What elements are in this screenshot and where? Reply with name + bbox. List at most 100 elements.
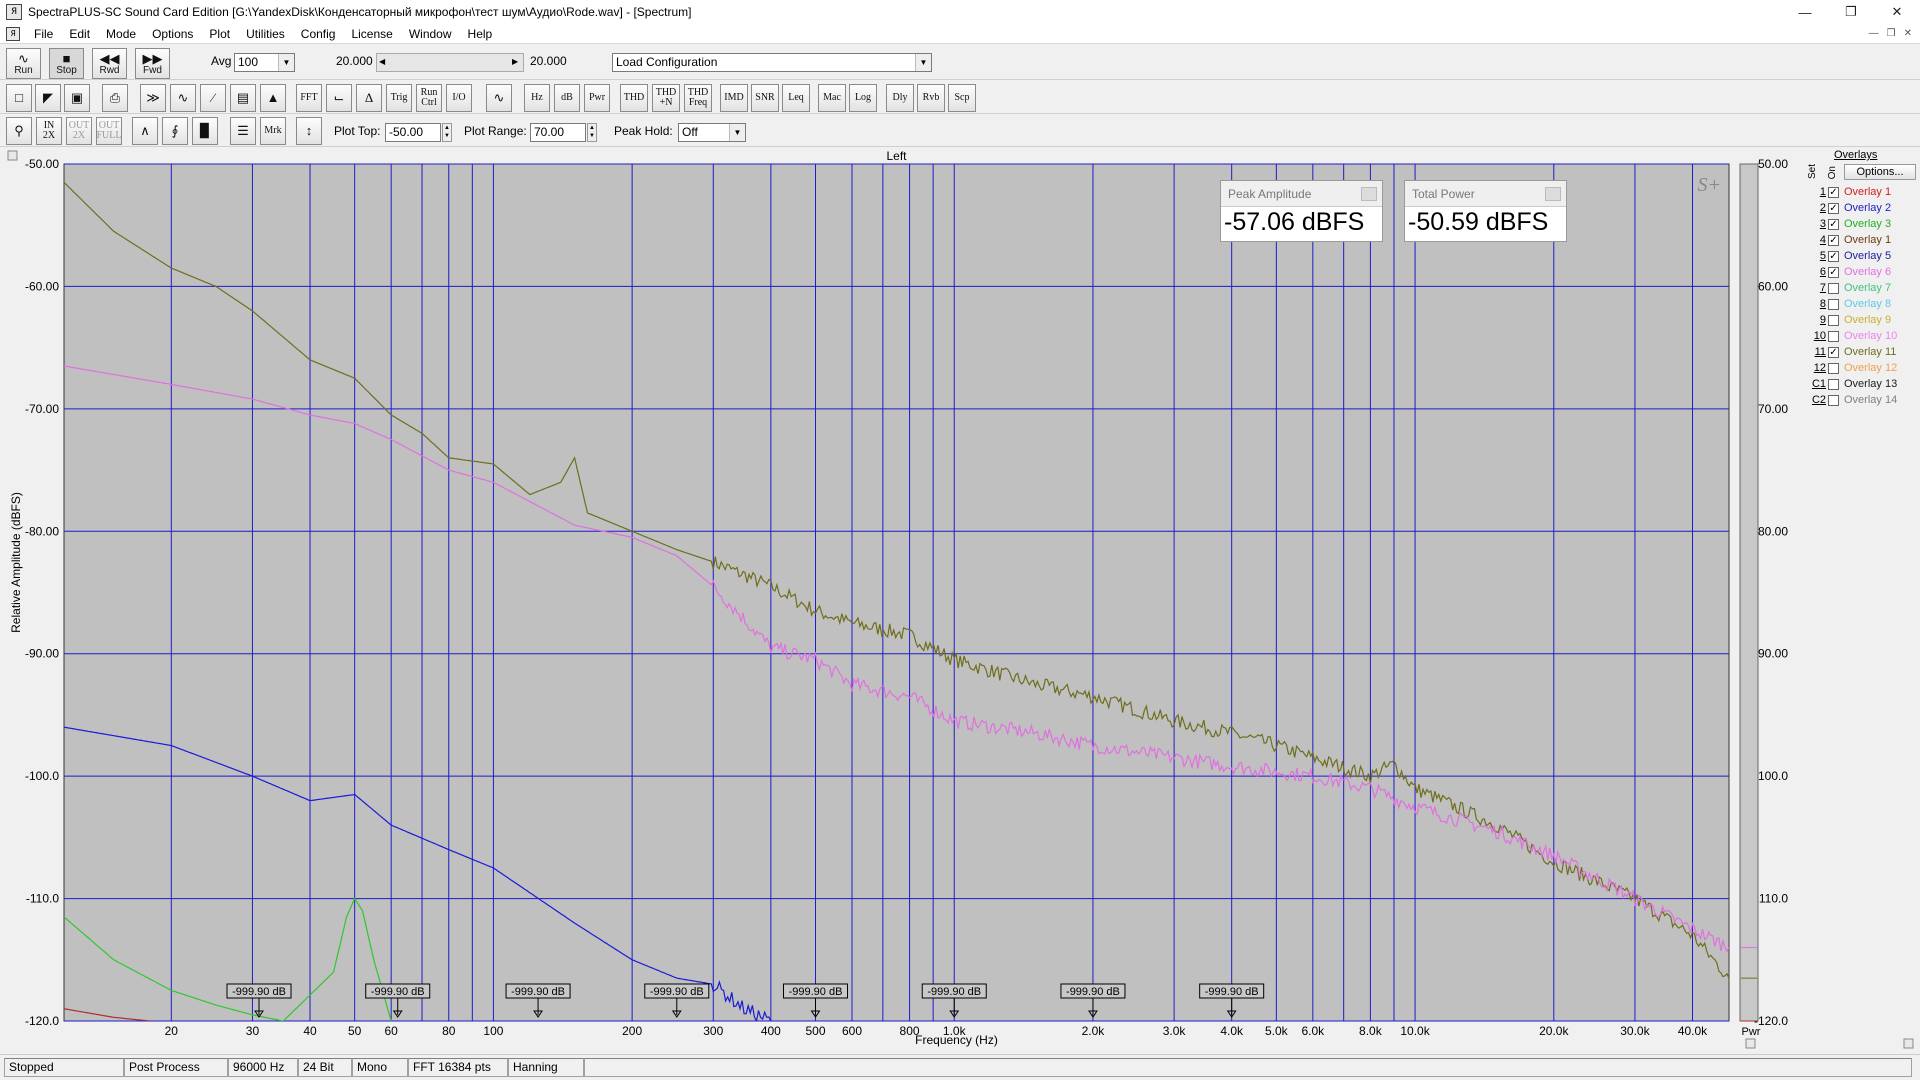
zoom-button[interactable]: ⚲ bbox=[6, 117, 32, 145]
plot-menu-icon[interactable] bbox=[7, 150, 18, 161]
menu-mode[interactable]: Mode bbox=[98, 27, 144, 41]
analyzer-button[interactable]: ≫ bbox=[140, 84, 166, 112]
mac-button[interactable]: Mac bbox=[818, 84, 846, 112]
dly-button[interactable]: Dly bbox=[886, 84, 914, 112]
trig-button[interactable]: Trig bbox=[386, 84, 412, 112]
plot-range-spinner-icon[interactable]: ▲ ▼ bbox=[587, 123, 597, 142]
run-button[interactable]: ∿ Run bbox=[6, 48, 41, 79]
resize-grip-icon[interactable] bbox=[1903, 1038, 1914, 1049]
zoom-out-2x-button[interactable]: OUT 2X bbox=[66, 117, 92, 145]
zoom-out-full-button[interactable]: OUT FULL bbox=[96, 117, 122, 145]
doc-close-icon[interactable]: ✕ bbox=[1904, 28, 1912, 39]
rewind-button[interactable]: ◀◀ Rwd bbox=[92, 48, 127, 79]
spectrum-button[interactable]: ∿ bbox=[170, 84, 196, 112]
overlay-row[interactable]: 6 ✓ Overlay 6 bbox=[1800, 265, 1920, 280]
overlay-row[interactable]: 11 ✓ Overlay 11 bbox=[1800, 345, 1920, 360]
overlay-set-number[interactable]: 1 bbox=[1804, 185, 1826, 200]
scale-button[interactable]: ⌙ bbox=[326, 84, 352, 112]
total-power-readout[interactable]: Total Power -50.59 dBFS bbox=[1404, 180, 1567, 242]
overlay-checkbox[interactable]: ✓ bbox=[1828, 235, 1839, 246]
overlay-checkbox[interactable] bbox=[1828, 363, 1839, 374]
overlay-row[interactable]: 3 ✓ Overlay 3 bbox=[1800, 217, 1920, 232]
close-icon[interactable]: ✕ bbox=[1874, 0, 1920, 24]
pwr-button[interactable]: Pwr bbox=[584, 84, 610, 112]
overlay-set-number[interactable]: 10 bbox=[1804, 329, 1826, 344]
bar-plot-button[interactable]: ∮ bbox=[162, 117, 188, 145]
line-plot-button[interactable]: ∧ bbox=[132, 117, 158, 145]
thd-button[interactable]: THD bbox=[620, 84, 648, 112]
overlay-checkbox[interactable] bbox=[1828, 331, 1839, 342]
open-file-button[interactable]: ◤ bbox=[35, 84, 61, 112]
overlay-checkbox[interactable] bbox=[1828, 379, 1839, 390]
overlay-checkbox[interactable]: ✓ bbox=[1828, 267, 1839, 278]
overlay-row[interactable]: 4 ✓ Overlay 1 bbox=[1800, 233, 1920, 248]
octave-plot-button[interactable]: ▉ bbox=[192, 117, 218, 145]
overlay-set-number[interactable]: 12 bbox=[1804, 361, 1826, 376]
avg-select[interactable]: 100 ▼ bbox=[234, 53, 295, 72]
overlay-checkbox[interactable] bbox=[1828, 283, 1839, 294]
log-button[interactable]: Log bbox=[849, 84, 877, 112]
menu-options[interactable]: Options bbox=[144, 27, 201, 41]
overlay-options-button[interactable]: Options... bbox=[1844, 164, 1916, 180]
leq-button[interactable]: Leq bbox=[782, 84, 810, 112]
overlay-set-number[interactable]: 11 bbox=[1804, 345, 1826, 360]
overlay-set-number[interactable]: 5 bbox=[1804, 249, 1826, 264]
menu-config[interactable]: Config bbox=[293, 27, 344, 41]
doc-minimize-icon[interactable]: — bbox=[1869, 28, 1879, 39]
slider-right-arrow-icon[interactable]: ▶ bbox=[512, 57, 518, 66]
print-button[interactable]: ⎙ bbox=[102, 84, 128, 112]
overlay-row[interactable]: 8 Overlay 8 bbox=[1800, 297, 1920, 312]
doc-restore-icon[interactable]: ❐ bbox=[1887, 28, 1896, 39]
overlay-checkbox[interactable] bbox=[1828, 395, 1839, 406]
overlay-row[interactable]: 7 Overlay 7 bbox=[1800, 281, 1920, 296]
overlay-row[interactable]: 2 ✓ Overlay 2 bbox=[1800, 201, 1920, 216]
new-file-button[interactable]: □ bbox=[6, 84, 32, 112]
weighting-button[interactable]: Δ bbox=[356, 84, 382, 112]
hz-button[interactable]: Hz bbox=[524, 84, 550, 112]
app-icon[interactable]: Я bbox=[6, 4, 22, 20]
rvb-button[interactable]: Rvb bbox=[917, 84, 945, 112]
overlay-row[interactable]: C2 Overlay 14 bbox=[1800, 393, 1920, 408]
snr-button[interactable]: SNR bbox=[751, 84, 779, 112]
menu-help[interactable]: Help bbox=[460, 27, 501, 41]
overlay-set-number[interactable]: 9 bbox=[1804, 313, 1826, 328]
spectrogram-button[interactable]: ▤ bbox=[230, 84, 256, 112]
zoom-in-2x-button[interactable]: IN 2X bbox=[36, 117, 62, 145]
3d-surface-button[interactable]: ▲ bbox=[260, 84, 286, 112]
generator-button[interactable]: ∿ bbox=[486, 84, 512, 112]
save-button[interactable]: ▣ bbox=[64, 84, 90, 112]
autoscale-button[interactable]: ↕ bbox=[296, 117, 322, 145]
menu-file[interactable]: File bbox=[26, 27, 61, 41]
peak-amplitude-readout[interactable]: Peak Amplitude -57.06 dBFS bbox=[1220, 180, 1383, 242]
close-icon[interactable] bbox=[1361, 187, 1377, 201]
overlay-row[interactable]: 12 Overlay 12 bbox=[1800, 361, 1920, 376]
imd-button[interactable]: IMD bbox=[720, 84, 748, 112]
peak-hold-select[interactable]: Off ▼ bbox=[678, 123, 746, 142]
overlay-checkbox[interactable]: ✓ bbox=[1828, 347, 1839, 358]
db-button[interactable]: dB bbox=[554, 84, 580, 112]
overlay-list-button[interactable]: ☰ bbox=[230, 117, 256, 145]
overlay-checkbox[interactable]: ✓ bbox=[1828, 219, 1839, 230]
load-configuration-select[interactable]: Load Configuration ▼ bbox=[612, 53, 932, 72]
overlay-row[interactable]: 5 ✓ Overlay 5 bbox=[1800, 249, 1920, 264]
overlay-checkbox[interactable]: ✓ bbox=[1828, 203, 1839, 214]
level-meter-collapse-icon[interactable] bbox=[1745, 1038, 1756, 1049]
overlay-set-number[interactable]: 2 bbox=[1804, 201, 1826, 216]
slider-left-arrow-icon[interactable]: ◀ bbox=[379, 57, 385, 66]
overlay-set-number[interactable]: 8 bbox=[1804, 297, 1826, 312]
plot-range-input[interactable]: 70.00 bbox=[530, 123, 586, 142]
overlay-set-number[interactable]: C2 bbox=[1804, 393, 1826, 408]
spectrum-plot[interactable]: -50.00 -50.00 -60.00 -60.00 -70.00 -70.00 -80.… bbox=[0, 147, 1920, 1052]
menu-license[interactable]: License bbox=[343, 27, 400, 41]
time-slider[interactable]: ◀ ▶ bbox=[376, 53, 524, 72]
overlay-row[interactable]: 10 Overlay 10 bbox=[1800, 329, 1920, 344]
plot-top-input[interactable]: -50.00 bbox=[385, 123, 441, 142]
plot-top-spinner-icon[interactable]: ▲ ▼ bbox=[442, 123, 452, 142]
overlay-set-number[interactable]: 6 bbox=[1804, 265, 1826, 280]
plot-area[interactable] bbox=[63, 163, 1730, 1022]
forward-button[interactable]: ▶▶ Fwd bbox=[135, 48, 170, 79]
overlay-set-number[interactable]: C1 bbox=[1804, 377, 1826, 392]
restore-icon[interactable]: ❐ bbox=[1828, 0, 1874, 24]
minimize-icon[interactable]: — bbox=[1782, 0, 1828, 24]
mrk-button[interactable]: Mrk bbox=[260, 117, 286, 145]
